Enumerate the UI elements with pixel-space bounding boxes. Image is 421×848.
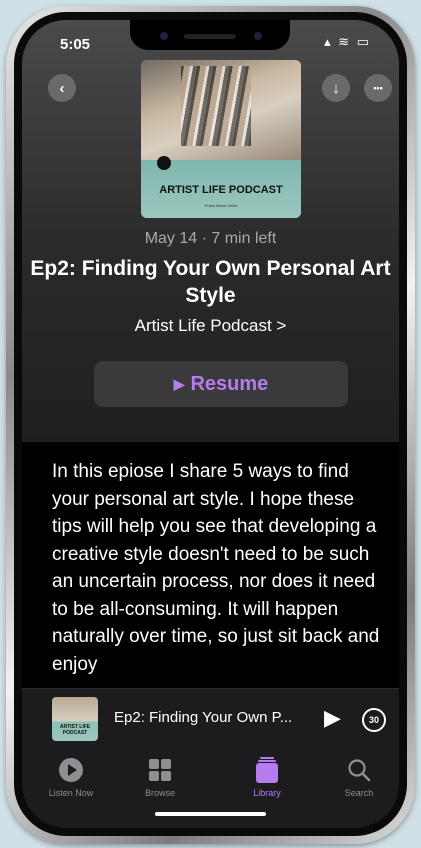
tab-library[interactable]: Library	[232, 756, 302, 798]
more-button[interactable]: •••	[364, 74, 392, 102]
skip-forward-30-button[interactable]: 30	[362, 708, 386, 732]
resume-button[interactable]: ▶ Resume	[94, 361, 348, 407]
status-icons: ▴ ≋ ▭	[324, 34, 371, 49]
chevron-left-icon: ‹	[59, 79, 65, 97]
grid-icon	[125, 756, 195, 784]
status-time: 5:05	[60, 36, 91, 53]
mini-player-artwork: ARTIST LIFE PODCAST	[52, 697, 98, 741]
mini-player-title: Ep2: Finding Your Own P...	[114, 709, 293, 726]
speaker-grille	[184, 34, 236, 39]
search-icon	[324, 756, 394, 784]
back-button[interactable]: ‹	[48, 74, 76, 102]
resume-label: Resume	[190, 372, 269, 395]
screen: 5:05 ▴ ≋ ▭ ‹ ▯ ↓ ••• ARTIST LIFE PODCAST…	[22, 20, 399, 828]
mini-player[interactable]: ARTIST LIFE PODCAST Ep2: Finding Your Ow…	[22, 688, 399, 749]
episode-meta: May 14 · 7 min left	[144, 230, 277, 247]
tab-label: Library	[253, 788, 281, 798]
microphone-icon	[157, 156, 171, 170]
play-icon: ▶	[173, 375, 185, 392]
tab-label: Search	[344, 788, 374, 798]
notch	[130, 20, 290, 50]
play-circle-icon	[36, 756, 106, 784]
tab-bar: Listen Now Browse Library Search	[22, 748, 399, 828]
episode-description: In this epiose I share 5 ways to find yo…	[52, 461, 380, 675]
mini-play-button[interactable]: ▶	[324, 705, 341, 731]
download-button[interactable]: ↓	[322, 74, 350, 102]
tab-label: Browse	[144, 788, 175, 798]
podcast-link[interactable]: Artist Life Podcast >	[22, 316, 399, 336]
library-icon	[232, 756, 302, 784]
artwork-title: ARTIST LIFE PODCAST	[159, 184, 283, 196]
more-icon: •••	[373, 83, 383, 93]
paintbrushes-image	[181, 66, 251, 146]
tab-search[interactable]: Search	[324, 756, 394, 798]
episode-title: Ep2: Finding Your Own Personal Art Style	[30, 257, 391, 307]
tab-listen-now[interactable]: Listen Now	[36, 756, 106, 798]
download-icon: ↓	[332, 79, 340, 97]
sensor-dot	[254, 32, 262, 40]
camera-dot	[160, 32, 168, 40]
mini-artwork-title: ARTIST LIFE PODCAST	[59, 724, 91, 736]
artwork-author: Robin Marie Smith	[204, 203, 238, 208]
home-indicator[interactable]	[155, 812, 266, 816]
episode-artwork: ARTIST LIFE PODCAST Robin Marie Smith	[141, 60, 301, 218]
tab-browse[interactable]: Browse	[125, 756, 195, 798]
tab-label: Listen Now	[48, 788, 94, 798]
